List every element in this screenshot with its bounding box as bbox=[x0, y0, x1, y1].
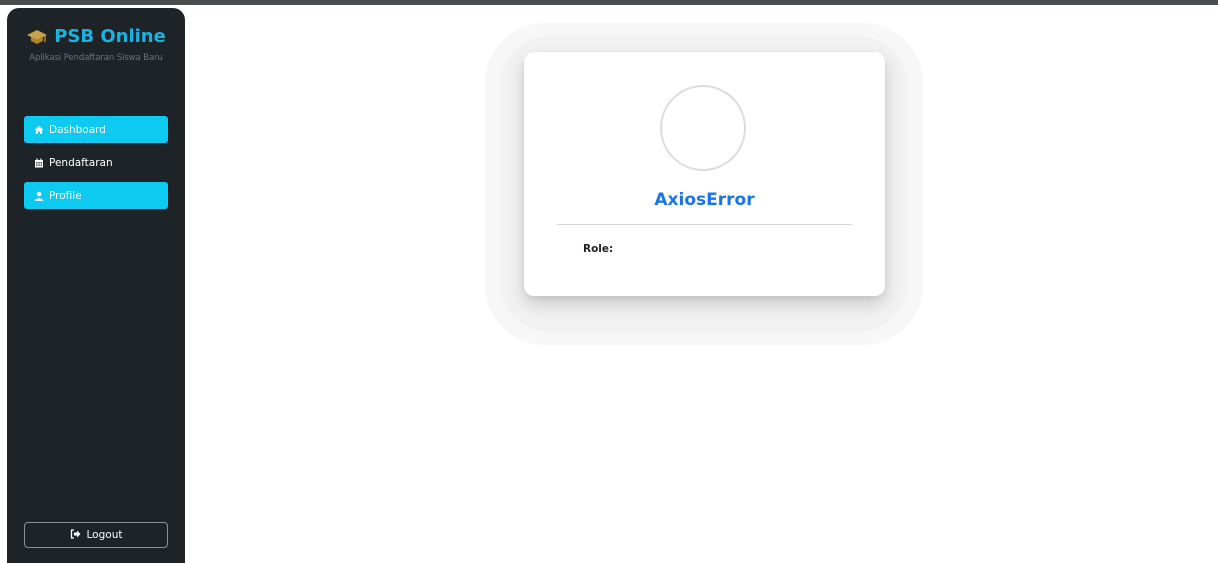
logout-label: Logout bbox=[86, 529, 123, 541]
logout-button[interactable]: Logout bbox=[24, 522, 168, 548]
profile-card: AxiosError Role: bbox=[524, 52, 885, 296]
brand-title-row: PSB Online bbox=[26, 26, 166, 48]
top-border bbox=[0, 0, 1218, 5]
avatar bbox=[660, 85, 746, 171]
sign-out-icon bbox=[70, 528, 81, 542]
calendar-icon bbox=[34, 158, 44, 168]
brand-title: PSB Online bbox=[54, 26, 166, 47]
home-icon bbox=[34, 125, 44, 135]
sidebar-item-dashboard[interactable]: Dashboard bbox=[24, 116, 168, 143]
brand: PSB Online Aplikasi Pendaftaran Siswa Ba… bbox=[7, 26, 185, 63]
sidebar-item-label: Dashboard bbox=[49, 123, 106, 136]
brand-subtitle: Aplikasi Pendaftaran Siswa Baru bbox=[29, 53, 163, 63]
sidebar-item-label: Profile bbox=[49, 189, 82, 202]
divider bbox=[557, 224, 852, 225]
user-icon bbox=[34, 191, 44, 201]
graduation-cap-icon bbox=[26, 28, 48, 46]
sidebar-item-label: Pendaftaran bbox=[49, 156, 113, 169]
sidebar-item-profile[interactable]: Profile bbox=[24, 182, 168, 209]
sidebar: PSB Online Aplikasi Pendaftaran Siswa Ba… bbox=[7, 8, 185, 563]
role-row: Role: bbox=[583, 243, 613, 255]
sidebar-item-pendaftaran[interactable]: Pendaftaran bbox=[24, 149, 168, 176]
role-label: Role: bbox=[583, 243, 614, 255]
profile-name: AxiosError bbox=[654, 190, 755, 210]
sidebar-nav: Dashboard Pendaftaran Profile bbox=[24, 116, 168, 215]
